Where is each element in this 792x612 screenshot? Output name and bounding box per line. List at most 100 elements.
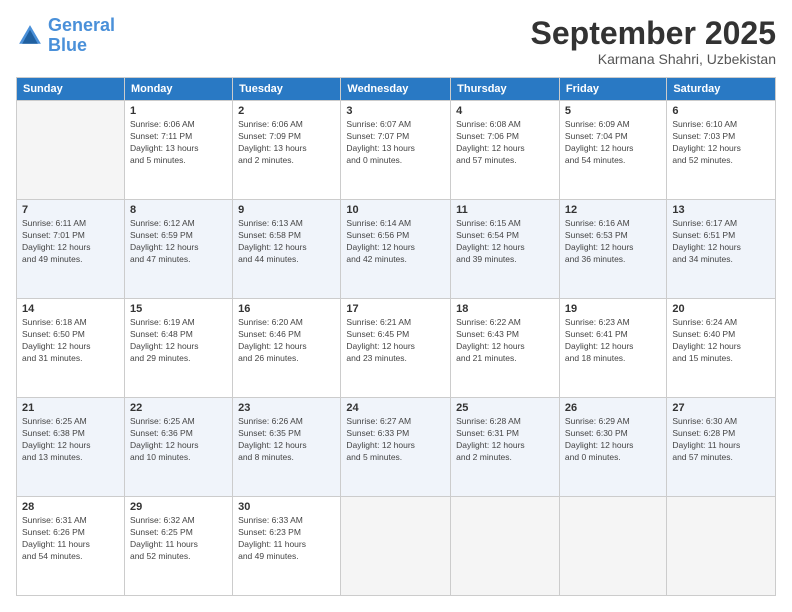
day-number: 19 [565,303,661,315]
calendar-cell: 28Sunrise: 6:31 AM Sunset: 6:26 PM Dayli… [17,497,125,596]
day-number: 18 [456,303,554,315]
day-number: 16 [238,303,335,315]
day-number: 15 [130,303,227,315]
day-number: 25 [456,402,554,414]
day-info: Sunrise: 6:17 AM Sunset: 6:51 PM Dayligh… [672,218,770,266]
calendar-week-row: 1Sunrise: 6:06 AM Sunset: 7:11 PM Daylig… [17,101,776,200]
day-number: 12 [565,204,661,216]
day-info: Sunrise: 6:19 AM Sunset: 6:48 PM Dayligh… [130,317,227,365]
day-info: Sunrise: 6:30 AM Sunset: 6:28 PM Dayligh… [672,416,770,464]
day-number: 11 [456,204,554,216]
calendar-week-row: 21 Sunrise: 6:25 AM Sunset: 6:38 PM Dayli… [17,398,776,497]
day-number: 8 [130,204,227,216]
day-number: 6 [672,105,770,117]
day-number: 13 [672,204,770,216]
calendar-cell [341,497,451,596]
day-info: Sunrise: 6:31 AM Sunset: 6:26 PM Dayligh… [22,515,119,563]
day-info: Sunrise: 6:13 AM Sunset: 6:58 PM Dayligh… [238,218,335,266]
calendar-cell: 20Sunrise: 6:24 AM Sunset: 6:40 PM Dayli… [667,299,776,398]
day-number: 20 [672,303,770,315]
weekday-header: Sunday [17,78,125,101]
calendar-cell: 11 Sunrise: 6:15 AM Sunset: 6:54 PM Dayli… [451,200,560,299]
day-info: Sunrise: 6:11 AM Sunset: 7:01 PM Dayligh… [22,218,119,266]
calendar-cell: 13 Sunrise: 6:17 AM Sunset: 6:51 PM Dayli… [667,200,776,299]
calendar-table: SundayMondayTuesdayWednesdayThursdayFrid… [16,77,776,596]
calendar-cell: 21 Sunrise: 6:25 AM Sunset: 6:38 PM Dayli… [17,398,125,497]
calendar-cell: 14 Sunrise: 6:18 AM Sunset: 6:50 PM Dayli… [17,299,125,398]
calendar-cell [559,497,666,596]
calendar-cell: 10Sunrise: 6:14 AM Sunset: 6:56 PM Dayli… [341,200,451,299]
day-number: 22 [130,402,227,414]
calendar-cell [451,497,560,596]
day-info: Sunrise: 6:33 AM Sunset: 6:23 PM Dayligh… [238,515,335,563]
day-info: Sunrise: 6:25 AM Sunset: 6:38 PM Dayligh… [22,416,119,464]
header: General Blue September 2025 Karmana Shah… [16,16,776,67]
day-info: Sunrise: 6:20 AM Sunset: 6:46 PM Dayligh… [238,317,335,365]
day-info: Sunrise: 6:09 AM Sunset: 7:04 PM Dayligh… [565,119,661,167]
page: General Blue September 2025 Karmana Shah… [0,0,792,612]
day-info: Sunrise: 6:07 AM Sunset: 7:07 PM Dayligh… [346,119,445,167]
day-info: Sunrise: 6:18 AM Sunset: 6:50 PM Dayligh… [22,317,119,365]
calendar-cell: 15 Sunrise: 6:19 AM Sunset: 6:48 PM Dayli… [124,299,232,398]
calendar-cell: 12 Sunrise: 6:16 AM Sunset: 6:53 PM Dayli… [559,200,666,299]
day-info: Sunrise: 6:25 AM Sunset: 6:36 PM Dayligh… [130,416,227,464]
day-number: 10 [346,204,445,216]
weekday-header: Tuesday [233,78,341,101]
day-info: Sunrise: 6:08 AM Sunset: 7:06 PM Dayligh… [456,119,554,167]
logo-line1: General [48,15,115,35]
calendar-week-row: 28Sunrise: 6:31 AM Sunset: 6:26 PM Dayli… [17,497,776,596]
calendar-cell: 19 Sunrise: 6:23 AM Sunset: 6:41 PM Dayli… [559,299,666,398]
weekday-header: Thursday [451,78,560,101]
day-number: 2 [238,105,335,117]
day-number: 14 [22,303,119,315]
day-info: Sunrise: 6:29 AM Sunset: 6:30 PM Dayligh… [565,416,661,464]
day-info: Sunrise: 6:21 AM Sunset: 6:45 PM Dayligh… [346,317,445,365]
day-info: Sunrise: 6:23 AM Sunset: 6:41 PM Dayligh… [565,317,661,365]
day-number: 21 [22,402,119,414]
day-number: 29 [130,501,227,513]
calendar-cell: 4Sunrise: 6:08 AM Sunset: 7:06 PM Daylig… [451,101,560,200]
calendar-cell: 2 Sunrise: 6:06 AM Sunset: 7:09 PM Daylig… [233,101,341,200]
day-number: 27 [672,402,770,414]
calendar-cell: 30 Sunrise: 6:33 AM Sunset: 6:23 PM Dayli… [233,497,341,596]
logo-icon [16,22,44,50]
day-info: Sunrise: 6:15 AM Sunset: 6:54 PM Dayligh… [456,218,554,266]
weekday-header-row: SundayMondayTuesdayWednesdayThursdayFrid… [17,78,776,101]
day-info: Sunrise: 6:12 AM Sunset: 6:59 PM Dayligh… [130,218,227,266]
day-number: 3 [346,105,445,117]
day-info: Sunrise: 6:06 AM Sunset: 7:09 PM Dayligh… [238,119,335,167]
day-number: 9 [238,204,335,216]
day-info: Sunrise: 6:10 AM Sunset: 7:03 PM Dayligh… [672,119,770,167]
logo-text: General Blue [48,16,115,56]
calendar-cell: 9 Sunrise: 6:13 AM Sunset: 6:58 PM Daylig… [233,200,341,299]
calendar-cell: 22 Sunrise: 6:25 AM Sunset: 6:36 PM Dayli… [124,398,232,497]
day-number: 7 [22,204,119,216]
month-title: September 2025 [531,16,776,51]
logo: General Blue [16,16,115,56]
calendar-cell: 29 Sunrise: 6:32 AM Sunset: 6:25 PM Dayli… [124,497,232,596]
calendar-cell: 17 Sunrise: 6:21 AM Sunset: 6:45 PM Dayli… [341,299,451,398]
calendar-cell: 7 Sunrise: 6:11 AM Sunset: 7:01 PM Daylig… [17,200,125,299]
calendar-cell: 5Sunrise: 6:09 AM Sunset: 7:04 PM Daylig… [559,101,666,200]
calendar-cell: 8 Sunrise: 6:12 AM Sunset: 6:59 PM Daylig… [124,200,232,299]
calendar-cell [667,497,776,596]
day-info: Sunrise: 6:22 AM Sunset: 6:43 PM Dayligh… [456,317,554,365]
calendar-cell [17,101,125,200]
weekday-header: Wednesday [341,78,451,101]
calendar-cell: 23Sunrise: 6:26 AM Sunset: 6:35 PM Dayli… [233,398,341,497]
calendar-cell: 24Sunrise: 6:27 AM Sunset: 6:33 PM Dayli… [341,398,451,497]
day-info: Sunrise: 6:16 AM Sunset: 6:53 PM Dayligh… [565,218,661,266]
day-number: 26 [565,402,661,414]
calendar-cell: 1Sunrise: 6:06 AM Sunset: 7:11 PM Daylig… [124,101,232,200]
location-subtitle: Karmana Shahri, Uzbekistan [531,51,776,67]
calendar-cell: 16 Sunrise: 6:20 AM Sunset: 6:46 PM Dayli… [233,299,341,398]
day-number: 30 [238,501,335,513]
day-number: 17 [346,303,445,315]
weekday-header: Friday [559,78,666,101]
day-info: Sunrise: 6:27 AM Sunset: 6:33 PM Dayligh… [346,416,445,464]
calendar-cell: 18 Sunrise: 6:22 AM Sunset: 6:43 PM Dayli… [451,299,560,398]
day-info: Sunrise: 6:26 AM Sunset: 6:35 PM Dayligh… [238,416,335,464]
day-number: 1 [130,105,227,117]
weekday-header: Monday [124,78,232,101]
day-info: Sunrise: 6:32 AM Sunset: 6:25 PM Dayligh… [130,515,227,563]
